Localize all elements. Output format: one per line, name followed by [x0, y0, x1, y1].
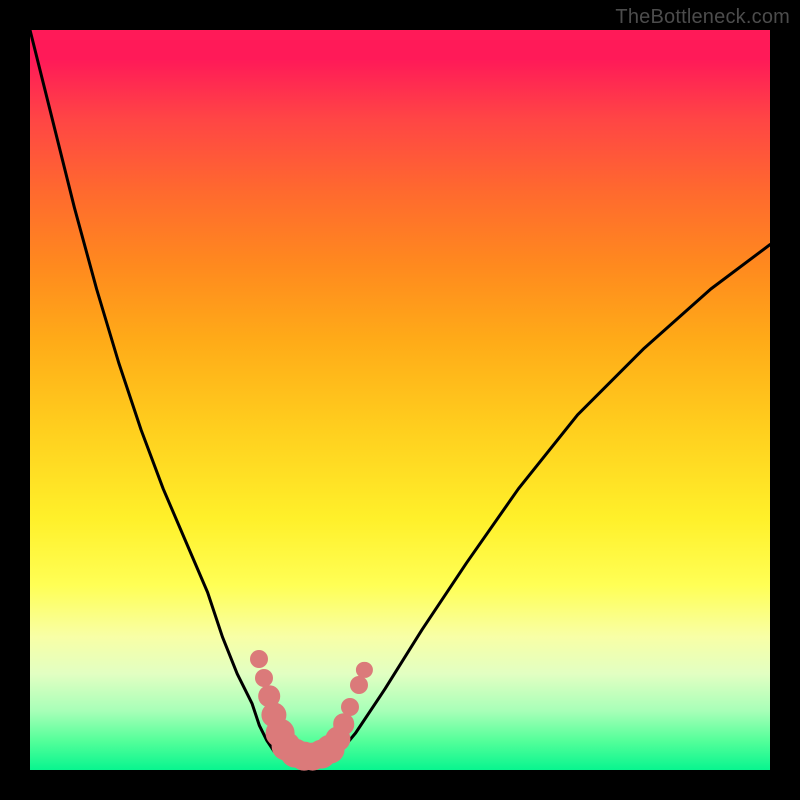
plot-area	[30, 30, 770, 770]
bottleneck-curve	[30, 30, 770, 760]
chart-root: TheBottleneck.com	[0, 0, 800, 800]
marker-dot	[250, 650, 268, 668]
marker-dot	[350, 676, 368, 694]
curve-layer	[30, 30, 770, 770]
marker-dot	[341, 698, 359, 716]
marker-dot	[255, 669, 273, 687]
watermark-text: TheBottleneck.com	[615, 6, 790, 29]
marker-dot	[333, 713, 355, 735]
